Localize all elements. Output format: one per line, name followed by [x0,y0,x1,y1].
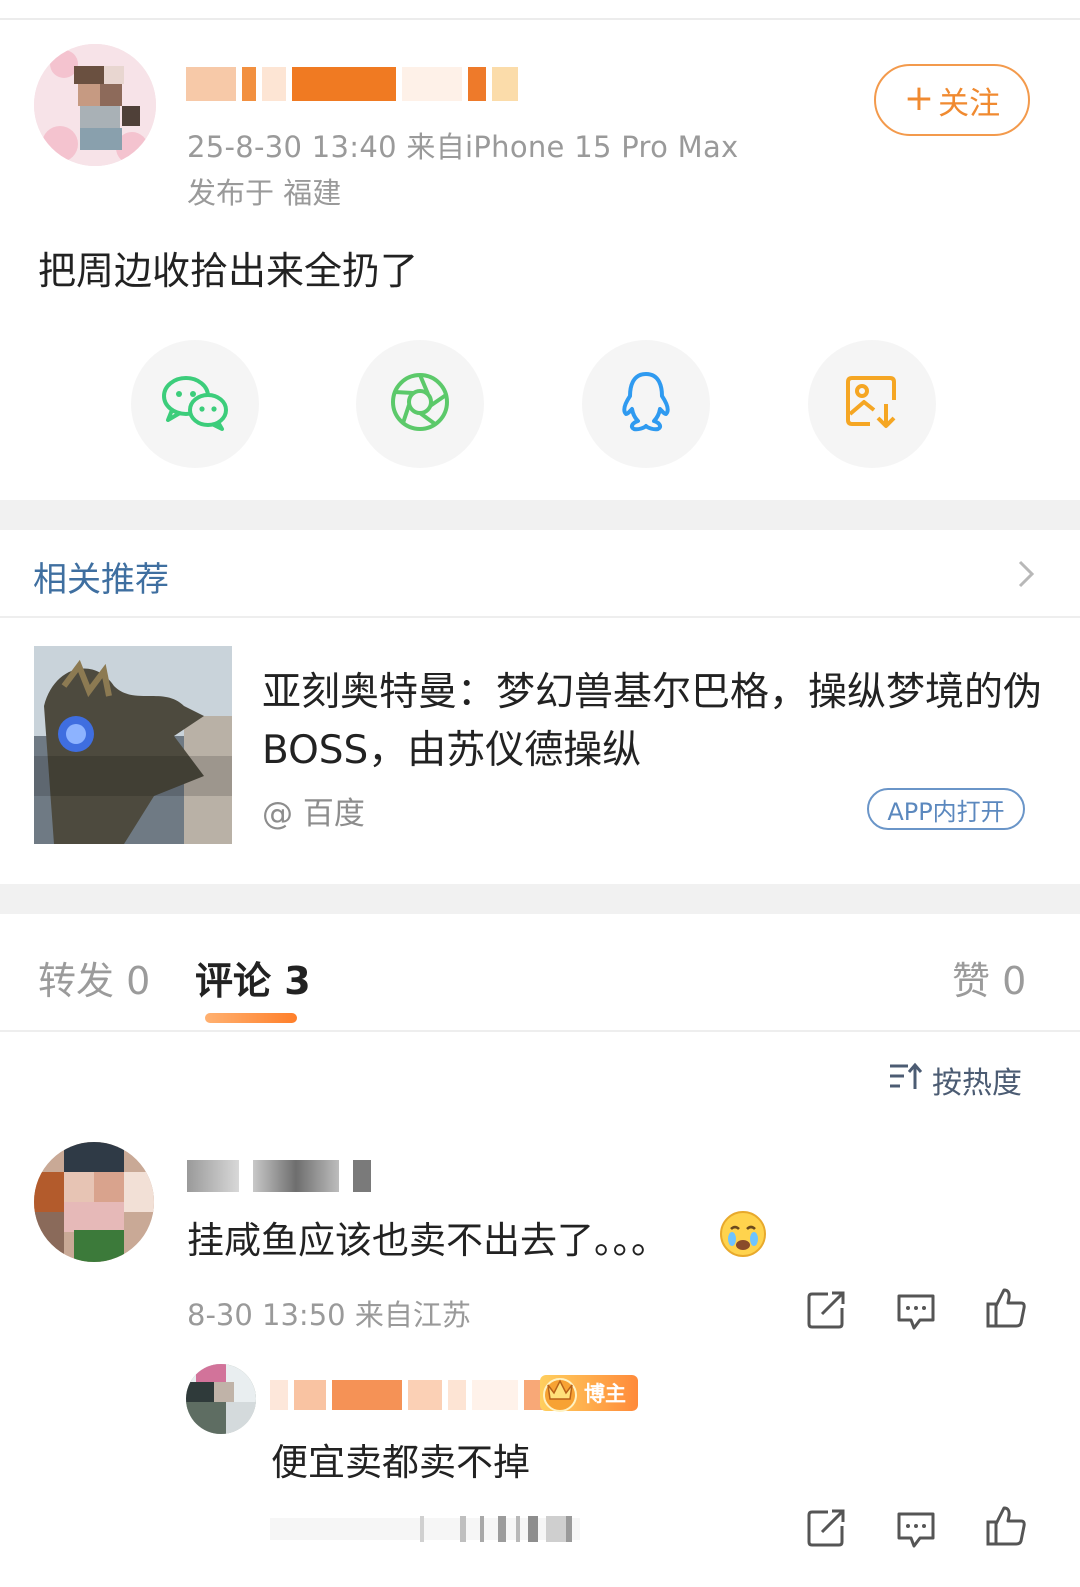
wechat-icon [160,372,230,436]
crying-emoji-icon [718,1209,768,1259]
related-divider [0,616,1080,618]
author-name-redacted[interactable] [186,66,518,102]
reply-to-reply-button[interactable] [894,1508,938,1552]
post-location: 发布于 福建 [187,176,342,210]
thumbs-up-icon [984,1288,1028,1334]
tab-divider [0,1030,1080,1032]
open-in-app-button[interactable]: APP内打开 [867,788,1025,830]
share-moments-button[interactable] [356,340,484,468]
sort-icon [888,1061,923,1099]
badge-label: 博主 [584,1382,626,1406]
crown-icon [540,1371,584,1415]
repost-comment-button[interactable] [804,1288,848,1332]
commenter-name-redacted[interactable] [187,1160,371,1192]
top-divider [0,18,1080,20]
section-divider [0,500,1080,530]
share-wechat-button[interactable] [131,340,259,468]
replier-name-redacted[interactable] [270,1380,558,1410]
comment-text: 挂咸鱼应该也卖不出去了。。。 [187,1219,668,1262]
commenter-avatar[interactable] [34,1142,154,1262]
follow-button[interactable]: + 关注 [874,64,1030,136]
reply-comment-button[interactable] [894,1290,938,1334]
comment-meta: 8-30 13:50 来自江苏 [187,1298,471,1332]
tab-repost[interactable]: 转发 0 [38,950,150,1005]
related-source: @ 百度 [262,796,365,832]
section-divider [0,884,1080,914]
share-out-icon [804,1509,848,1554]
reply-text: 便宜卖都卖不掉 [271,1441,530,1484]
sort-label: 按热度 [932,1066,1022,1101]
repost-reply-button[interactable] [804,1506,848,1550]
tab-comments[interactable]: 评论 3 [195,950,311,1005]
save-image-icon [842,372,902,436]
author-badge: 博主 [540,1375,638,1412]
related-headline[interactable]: 亚刻奥特曼：梦幻兽基尔巴格，操纵梦境的伪BOSS，由苏仪德操纵 [262,664,1042,780]
sort-by-hot-button[interactable]: 按热度 [888,1058,1022,1102]
share-qq-button[interactable] [582,340,710,468]
share-out-icon [804,1291,848,1336]
reply-meta-redacted [270,1510,580,1546]
chevron-right-icon[interactable] [1012,556,1040,592]
save-image-button[interactable] [808,340,936,468]
replier-avatar[interactable] [186,1364,256,1434]
like-reply-button[interactable] [984,1504,1028,1548]
related-title[interactable]: 相关推荐 [33,552,169,601]
post-timestamp-source: 25-8-30 13:40 来自iPhone 15 Pro Max [187,130,739,164]
follow-label: 关注 [938,85,1001,122]
thumbs-up-icon [984,1506,1028,1552]
author-avatar[interactable] [34,44,156,166]
comment-bubble-icon [894,1294,938,1338]
plus-icon: + [903,77,935,119]
tab-likes[interactable]: 赞 0 [952,950,1026,1005]
like-comment-button[interactable] [984,1286,1028,1330]
post-content: 把周边收拾出来全扔了 [38,249,419,293]
comment-bubble-icon [894,1512,938,1556]
qq-icon [618,370,674,438]
active-tab-indicator [205,1013,297,1023]
related-thumbnail[interactable] [34,646,232,844]
moments-icon [388,370,452,438]
